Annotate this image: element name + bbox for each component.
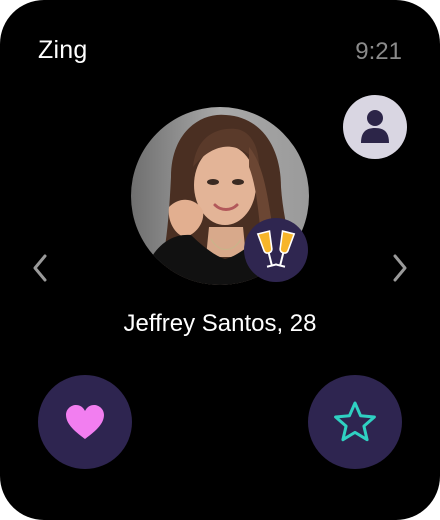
my-profile-button[interactable] — [343, 95, 407, 159]
watch-screen: Zing 9:21 Jeffrey Santos, 28 — [0, 0, 440, 520]
like-button[interactable] — [38, 375, 132, 469]
champagne-toast-icon — [256, 230, 296, 268]
favorite-button[interactable] — [308, 375, 402, 469]
profile-photo-container — [131, 107, 309, 285]
chevron-right-icon — [393, 254, 407, 282]
star-icon — [334, 401, 376, 442]
heart-icon — [66, 405, 104, 439]
next-profile-button[interactable] — [382, 250, 418, 286]
profile-name-age: Jeffrey Santos, 28 — [123, 310, 317, 337]
person-icon — [361, 110, 389, 143]
previous-profile-button[interactable] — [22, 250, 58, 286]
chevron-left-icon — [33, 254, 47, 282]
clock: 9:21 — [355, 38, 402, 65]
app-title: Zing — [38, 36, 88, 64]
interest-badge — [244, 218, 308, 282]
